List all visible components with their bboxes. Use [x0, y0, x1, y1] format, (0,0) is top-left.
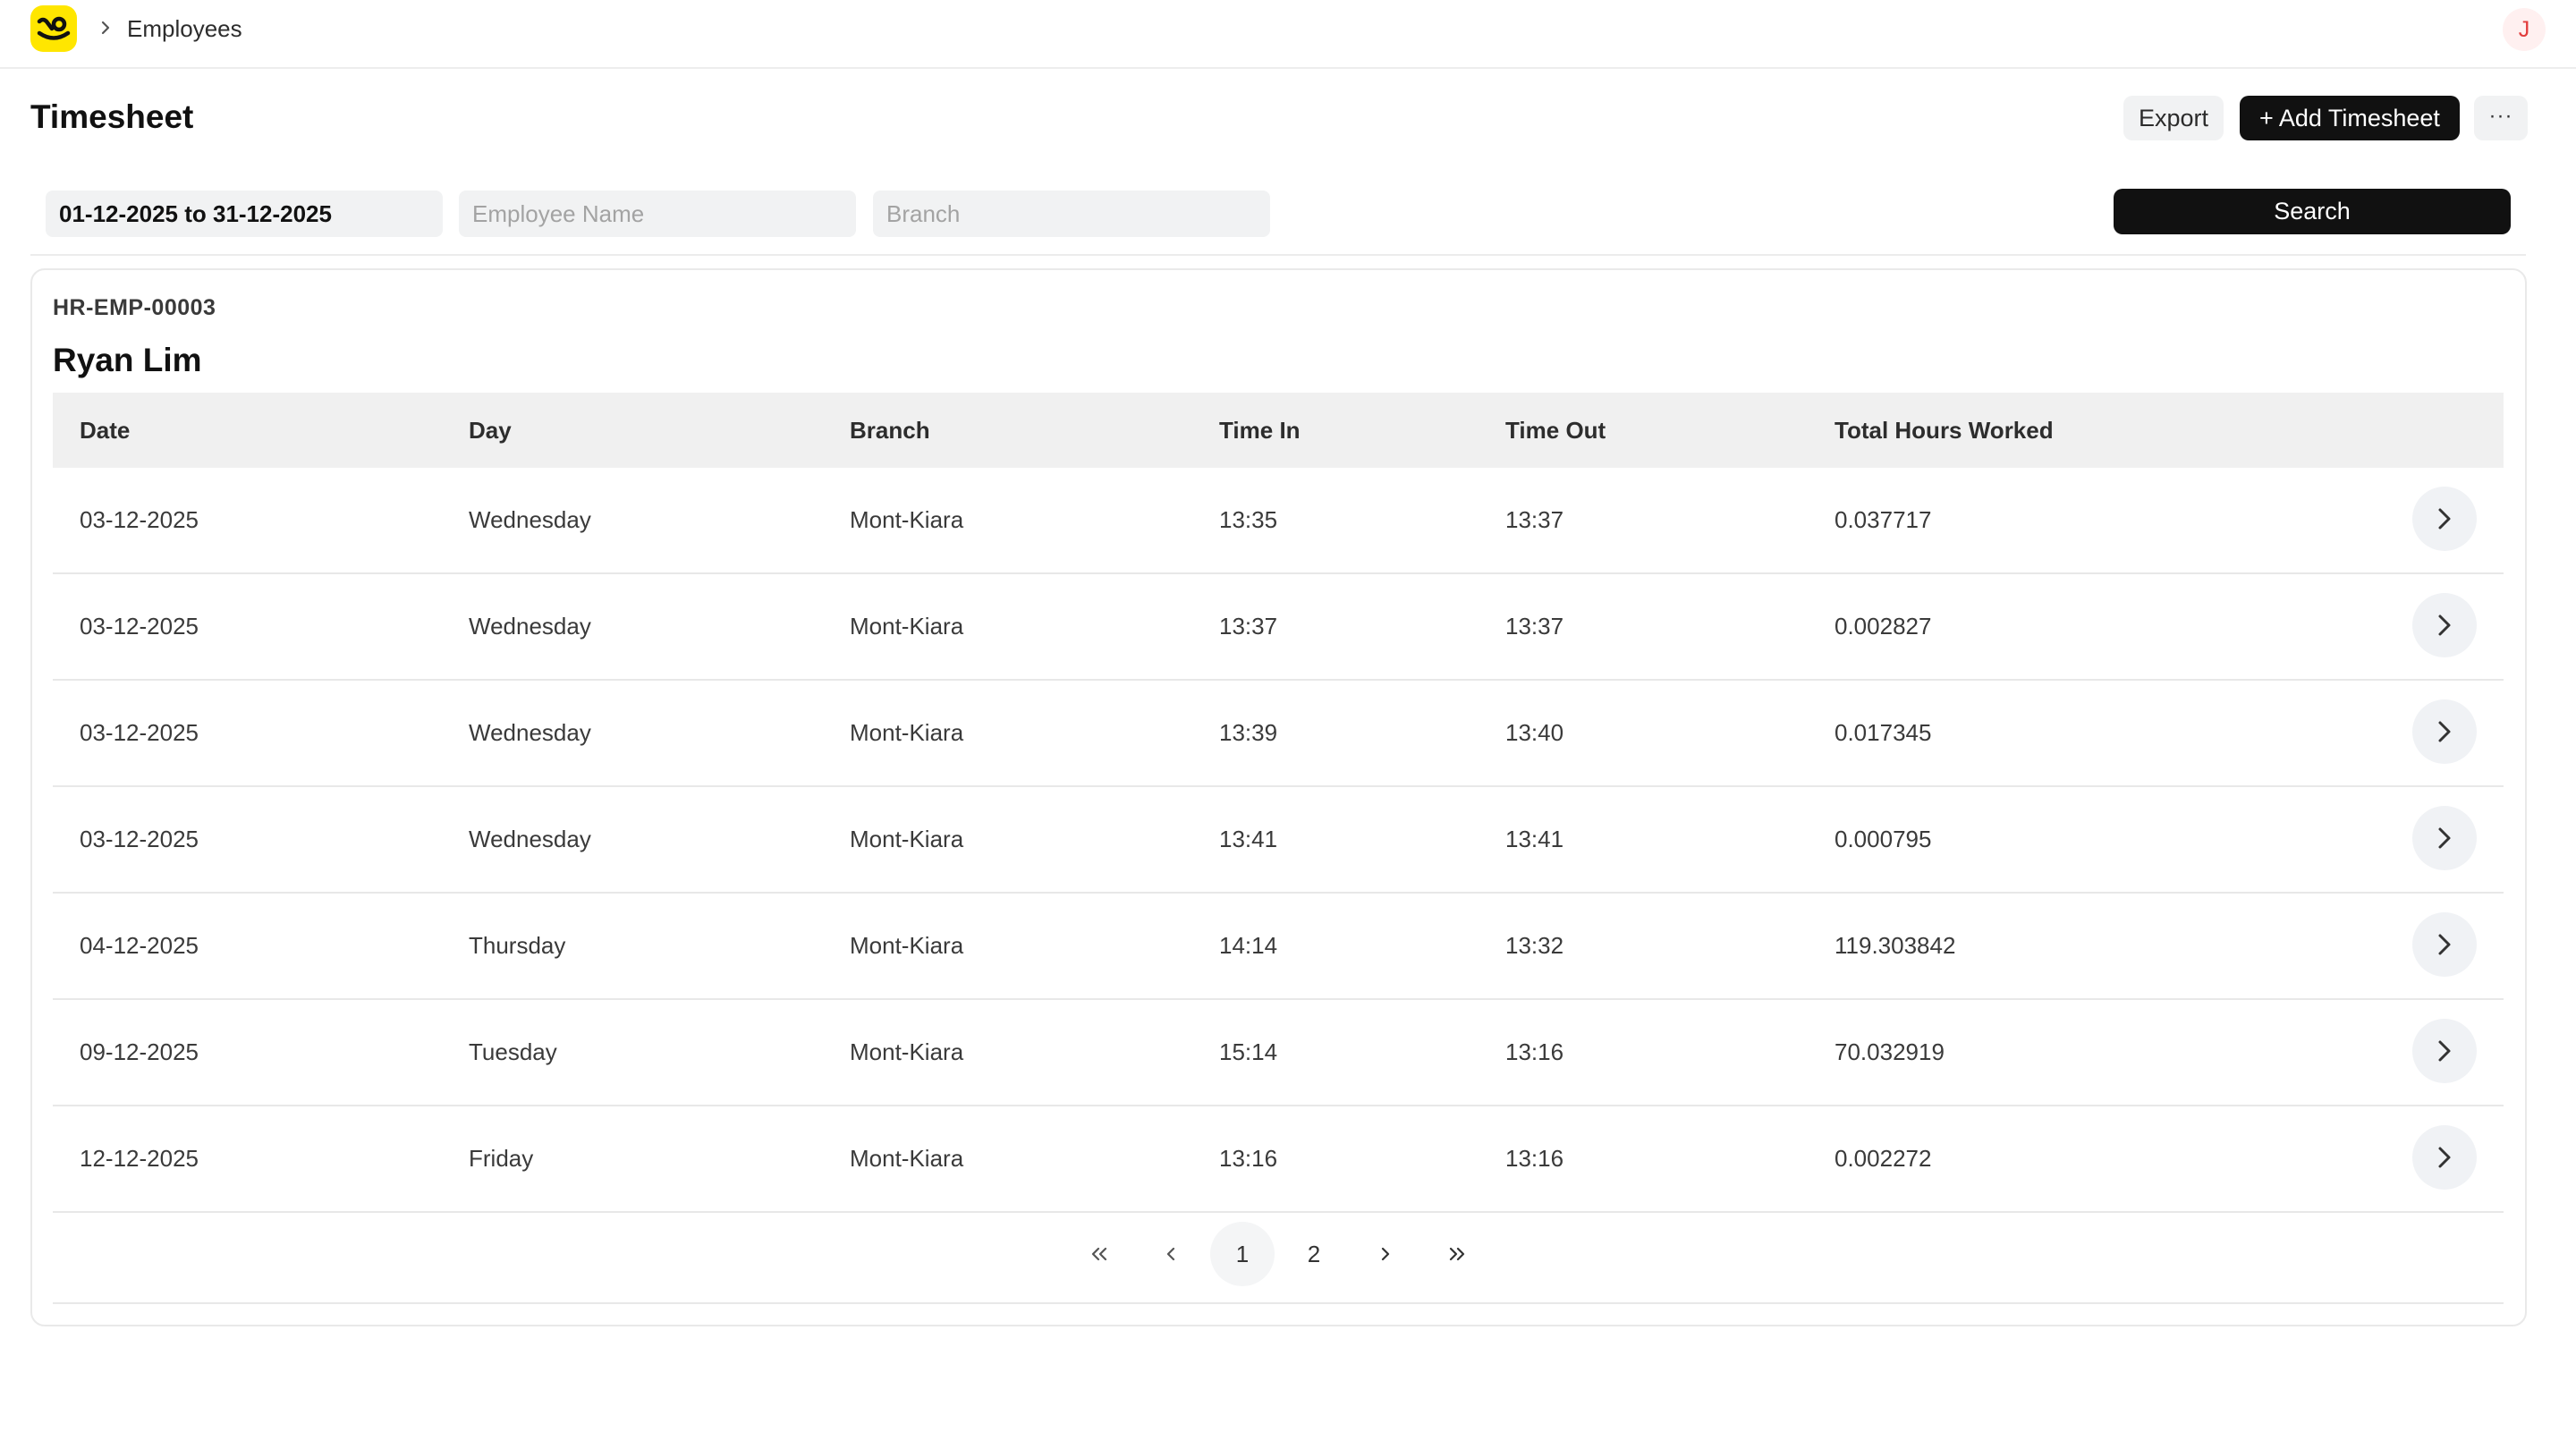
cell-date: 03-12-2025: [80, 826, 199, 852]
cell-day: Friday: [469, 1145, 534, 1172]
page-title: Timesheet: [30, 98, 194, 135]
filter-divider: [30, 254, 2526, 256]
cell-day: Wednesday: [469, 826, 591, 852]
cell-time-in: 13:35: [1219, 506, 1278, 533]
more-options-button[interactable]: ···: [2474, 96, 2528, 140]
cell-time-in: 13:37: [1219, 613, 1278, 640]
cell-date: 04-12-2025: [80, 932, 199, 959]
logo-icon: [37, 16, 71, 40]
column-header-date: Date: [80, 417, 131, 444]
add-timesheet-button[interactable]: + Add Timesheet: [2240, 96, 2460, 140]
cell-time-in: 14:14: [1219, 932, 1278, 959]
cell-date: 09-12-2025: [80, 1038, 199, 1065]
cell-time-out: 13:40: [1505, 719, 1564, 746]
cell-total-hours: 0.002827: [1835, 613, 1932, 640]
cell-time-in: 13:41: [1219, 826, 1278, 852]
column-header-day: Day: [469, 417, 512, 444]
table-row[interactable]: 09-12-2025 Tuesday Mont-Kiara 15:14 13:1…: [53, 1000, 2504, 1106]
table-row[interactable]: 03-12-2025 Wednesday Mont-Kiara 13:41 13…: [53, 787, 2504, 894]
cell-total-hours: 70.032919: [1835, 1038, 1945, 1065]
page-button-1[interactable]: 1: [1210, 1222, 1275, 1286]
row-open-button[interactable]: [2412, 806, 2477, 870]
user-avatar[interactable]: J: [2503, 8, 2546, 51]
cell-time-out: 13:16: [1505, 1038, 1564, 1065]
cell-time-out: 13:37: [1505, 506, 1564, 533]
table-header: Date Day Branch Time In Time Out Total H…: [53, 393, 2504, 468]
cell-total-hours: 0.000795: [1835, 826, 1932, 852]
export-button[interactable]: Export: [2123, 96, 2224, 140]
cell-branch: Mont-Kiara: [850, 932, 964, 959]
cell-branch: Mont-Kiara: [850, 719, 964, 746]
chevron-right-icon: [2438, 1147, 2451, 1168]
cell-branch: Mont-Kiara: [850, 826, 964, 852]
column-header-branch: Branch: [850, 417, 930, 444]
chevron-left-icon: [1166, 1247, 1175, 1261]
cell-total-hours: 0.002272: [1835, 1145, 1932, 1172]
column-header-total-hours: Total Hours Worked: [1835, 417, 2054, 444]
pagination-divider: [53, 1302, 2504, 1304]
column-header-time-out: Time Out: [1505, 417, 1606, 444]
cell-branch: Mont-Kiara: [850, 506, 964, 533]
cell-time-in: 15:14: [1219, 1038, 1278, 1065]
cell-time-out: 13:37: [1505, 613, 1564, 640]
cell-branch: Mont-Kiara: [850, 613, 964, 640]
chevron-right-icon: [2438, 614, 2451, 636]
cell-day: Thursday: [469, 932, 566, 959]
chevron-right-icon: [1381, 1247, 1390, 1261]
chevron-right-icon: [2438, 1040, 2451, 1062]
cell-total-hours: 119.303842: [1835, 932, 1956, 959]
chevron-right-icon: [2438, 827, 2451, 849]
last-page-button[interactable]: [1425, 1222, 1489, 1286]
cell-branch: Mont-Kiara: [850, 1145, 964, 1172]
row-open-button[interactable]: [2412, 912, 2477, 977]
cell-date: 03-12-2025: [80, 506, 199, 533]
cell-date: 03-12-2025: [80, 719, 199, 746]
cell-date: 03-12-2025: [80, 613, 199, 640]
first-page-button[interactable]: [1067, 1222, 1131, 1286]
chevron-right-icon: [99, 17, 114, 38]
table-row[interactable]: 04-12-2025 Thursday Mont-Kiara 14:14 13:…: [53, 894, 2504, 1000]
top-nav-bar: Employees J: [0, 0, 2576, 69]
breadcrumb-employees[interactable]: Employees: [127, 15, 242, 43]
cell-time-in: 13:16: [1219, 1145, 1278, 1172]
chevron-right-icon: [2438, 934, 2451, 955]
row-open-button[interactable]: [2412, 699, 2477, 764]
cell-time-in: 13:39: [1219, 719, 1278, 746]
cell-time-out: 13:41: [1505, 826, 1564, 852]
page-button-2[interactable]: 2: [1282, 1222, 1346, 1286]
table-row[interactable]: 03-12-2025 Wednesday Mont-Kiara 13:37 13…: [53, 574, 2504, 681]
row-open-button[interactable]: [2412, 593, 2477, 657]
cell-branch: Mont-Kiara: [850, 1038, 964, 1065]
cell-total-hours: 0.017345: [1835, 719, 1932, 746]
cell-time-out: 13:16: [1505, 1145, 1564, 1172]
table-row[interactable]: 12-12-2025 Friday Mont-Kiara 13:16 13:16…: [53, 1106, 2504, 1213]
employee-name: Ryan Lim: [53, 342, 202, 378]
column-header-time-in: Time In: [1219, 417, 1301, 444]
chevron-right-icon: [2438, 721, 2451, 742]
table-row[interactable]: 03-12-2025 Wednesday Mont-Kiara 13:35 13…: [53, 468, 2504, 574]
employee-name-input[interactable]: [459, 191, 856, 237]
previous-page-button[interactable]: [1139, 1222, 1203, 1286]
double-chevron-left-icon: [1091, 1247, 1107, 1261]
cell-day: Wednesday: [469, 506, 591, 533]
search-button[interactable]: Search: [2114, 189, 2511, 234]
next-page-button[interactable]: [1353, 1222, 1418, 1286]
row-open-button[interactable]: [2412, 1125, 2477, 1190]
chevron-right-icon: [2438, 508, 2451, 530]
cell-day: Tuesday: [469, 1038, 557, 1065]
cell-day: Wednesday: [469, 613, 591, 640]
cell-date: 12-12-2025: [80, 1145, 199, 1172]
cell-day: Wednesday: [469, 719, 591, 746]
row-open-button[interactable]: [2412, 487, 2477, 551]
branch-input[interactable]: [873, 191, 1270, 237]
cell-total-hours: 0.037717: [1835, 506, 1932, 533]
app-logo[interactable]: [30, 5, 77, 52]
date-range-input[interactable]: [46, 191, 443, 237]
cell-time-out: 13:32: [1505, 932, 1564, 959]
employee-id: HR-EMP-00003: [53, 295, 216, 320]
double-chevron-right-icon: [1449, 1247, 1465, 1261]
row-open-button[interactable]: [2412, 1019, 2477, 1083]
table-row[interactable]: 03-12-2025 Wednesday Mont-Kiara 13:39 13…: [53, 681, 2504, 787]
